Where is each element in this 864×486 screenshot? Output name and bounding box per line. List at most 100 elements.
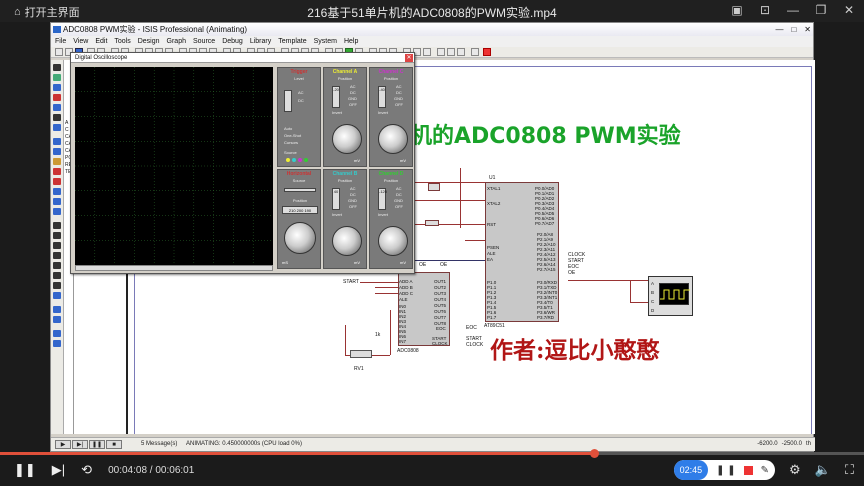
trigger-oneshot-label[interactable]: One-Shot bbox=[284, 133, 301, 138]
channel-a-ac[interactable]: AC bbox=[350, 84, 356, 89]
device-pin-mode-icon[interactable] bbox=[53, 148, 61, 155]
rotate-ccw-icon[interactable] bbox=[53, 316, 61, 323]
volume-icon[interactable]: 🔈 bbox=[815, 462, 831, 478]
marker-mode-icon[interactable] bbox=[53, 292, 61, 299]
wire-label-mode-icon[interactable] bbox=[53, 94, 61, 101]
bom-icon[interactable] bbox=[437, 48, 445, 56]
scope-title-bar[interactable]: Digital Oscilloscope ✕ bbox=[71, 53, 414, 63]
ares-icon[interactable] bbox=[471, 48, 479, 56]
channel-d-gnd[interactable]: GND bbox=[394, 198, 403, 203]
trigger-level-slider[interactable] bbox=[284, 90, 292, 112]
menu-source[interactable]: Source bbox=[193, 36, 215, 47]
erc-icon[interactable] bbox=[447, 48, 455, 56]
channel-c-position[interactable]: -40 bbox=[378, 86, 386, 108]
menu-debug[interactable]: Debug bbox=[222, 36, 243, 47]
bus-mode-icon[interactable] bbox=[53, 114, 61, 121]
source-c-led[interactable] bbox=[298, 158, 302, 162]
scope-close-icon[interactable]: ✕ bbox=[405, 54, 413, 62]
pause-icon[interactable]: ❚❚ bbox=[14, 462, 36, 478]
text-mode-icon[interactable] bbox=[53, 272, 61, 279]
channel-c-ac[interactable]: AC bbox=[396, 84, 402, 89]
channel-a-gnd[interactable]: GND bbox=[348, 96, 357, 101]
progress-handle[interactable] bbox=[589, 449, 599, 458]
source-b-led[interactable] bbox=[292, 158, 296, 162]
channel-a-off[interactable]: OFF bbox=[349, 102, 357, 107]
symbol-mode-icon[interactable] bbox=[53, 282, 61, 289]
channel-a-invert[interactable]: Invert bbox=[332, 110, 342, 115]
channel-d-off[interactable]: OFF bbox=[395, 204, 403, 209]
netlist-icon[interactable] bbox=[457, 48, 465, 56]
select-mode-icon[interactable] bbox=[53, 64, 61, 71]
graph-mode-icon[interactable] bbox=[53, 158, 61, 165]
channel-d-dc[interactable]: DC bbox=[396, 192, 402, 197]
channel-c-dc[interactable]: DC bbox=[396, 90, 402, 95]
maximize-icon[interactable]: ❐ bbox=[814, 3, 828, 17]
virtual-instrument-icon[interactable] bbox=[53, 208, 61, 215]
step-sim-button[interactable]: ▶| bbox=[72, 440, 88, 449]
menu-library[interactable]: Library bbox=[250, 36, 271, 47]
horizontal-position[interactable]: 210 200 190 bbox=[282, 206, 318, 214]
channel-a-dc[interactable]: DC bbox=[350, 90, 356, 95]
channel-b-invert[interactable]: Invert bbox=[332, 212, 342, 217]
loop-icon[interactable]: ⟲ bbox=[81, 462, 92, 478]
circle-mode-icon[interactable] bbox=[53, 242, 61, 249]
channel-d-volts-knob[interactable] bbox=[378, 226, 408, 256]
menu-graph[interactable]: Graph bbox=[167, 36, 186, 47]
terminal-mode-icon[interactable] bbox=[53, 138, 61, 145]
pause-sim-button[interactable]: ❚❚ bbox=[89, 440, 105, 449]
component-mode-icon[interactable] bbox=[53, 74, 61, 81]
channel-b-volts-knob[interactable] bbox=[332, 226, 362, 256]
exit-parent-icon[interactable] bbox=[423, 48, 431, 56]
menu-design[interactable]: Design bbox=[138, 36, 160, 47]
trigger-cursors-label[interactable]: Cursors bbox=[284, 140, 298, 145]
message-count[interactable]: 5 Message(s) bbox=[141, 441, 177, 447]
stop-record-icon[interactable] bbox=[483, 48, 491, 56]
channel-b-off[interactable]: OFF bbox=[349, 204, 357, 209]
channel-b-dc[interactable]: DC bbox=[350, 192, 356, 197]
mirror-y-icon[interactable] bbox=[53, 340, 61, 347]
menu-help[interactable]: Help bbox=[344, 36, 358, 47]
close-icon[interactable]: ✕ bbox=[842, 3, 856, 17]
source-d-led[interactable] bbox=[304, 158, 308, 162]
channel-a-volts-knob[interactable] bbox=[332, 124, 362, 154]
channel-d-position[interactable]: -120 bbox=[378, 188, 387, 210]
subcircuit-mode-icon[interactable] bbox=[53, 124, 61, 131]
channel-b-gnd[interactable]: GND bbox=[348, 198, 357, 203]
channel-b-position[interactable]: 40 bbox=[332, 188, 340, 210]
progress-bar[interactable] bbox=[0, 449, 864, 458]
record-stop-icon[interactable] bbox=[743, 465, 753, 475]
annotate-pen-icon[interactable]: ✎ bbox=[761, 465, 769, 476]
channel-c-off[interactable]: OFF bbox=[395, 102, 403, 107]
new-file-icon[interactable] bbox=[55, 48, 63, 56]
tape-recorder-mode-icon[interactable] bbox=[53, 168, 61, 175]
source-a-led[interactable] bbox=[286, 158, 290, 162]
current-probe-icon[interactable] bbox=[53, 198, 61, 205]
menu-edit[interactable]: Edit bbox=[95, 36, 107, 47]
text-script-mode-icon[interactable] bbox=[53, 104, 61, 111]
menu-system[interactable]: System bbox=[314, 36, 337, 47]
menu-tools[interactable]: Tools bbox=[114, 36, 130, 47]
menu-view[interactable]: View bbox=[73, 36, 88, 47]
settings-icon[interactable]: ⚙ bbox=[789, 462, 801, 478]
channel-b-ac[interactable]: AC bbox=[350, 186, 356, 191]
next-icon[interactable]: ▶| bbox=[52, 462, 65, 478]
mirror-x-icon[interactable] bbox=[53, 330, 61, 337]
scope-horizontal-scrollbar[interactable] bbox=[75, 265, 273, 271]
box-mode-icon[interactable] bbox=[53, 232, 61, 239]
path-mode-icon[interactable] bbox=[53, 262, 61, 269]
record-pause-icon[interactable]: ❚ ❚ bbox=[716, 465, 736, 476]
channel-d-invert[interactable]: Invert bbox=[378, 212, 388, 217]
stop-sim-button[interactable]: ■ bbox=[106, 440, 122, 449]
isis-minimize-icon[interactable]: — bbox=[775, 23, 783, 36]
timebase-knob[interactable] bbox=[284, 222, 316, 254]
isis-close-icon[interactable]: ✕ bbox=[804, 23, 811, 36]
channel-d-ac[interactable]: AC bbox=[396, 186, 402, 191]
rotate-cw-icon[interactable] bbox=[53, 306, 61, 313]
line-mode-icon[interactable] bbox=[53, 222, 61, 229]
voltage-probe-icon[interactable] bbox=[53, 188, 61, 195]
channel-c-gnd[interactable]: GND bbox=[394, 96, 403, 101]
junction-mode-icon[interactable] bbox=[53, 84, 61, 91]
screenshot-icon[interactable]: ▣ bbox=[730, 3, 744, 17]
channel-a-position[interactable]: -20 bbox=[332, 86, 340, 108]
fullscreen-icon[interactable]: ⛶ bbox=[845, 462, 854, 478]
